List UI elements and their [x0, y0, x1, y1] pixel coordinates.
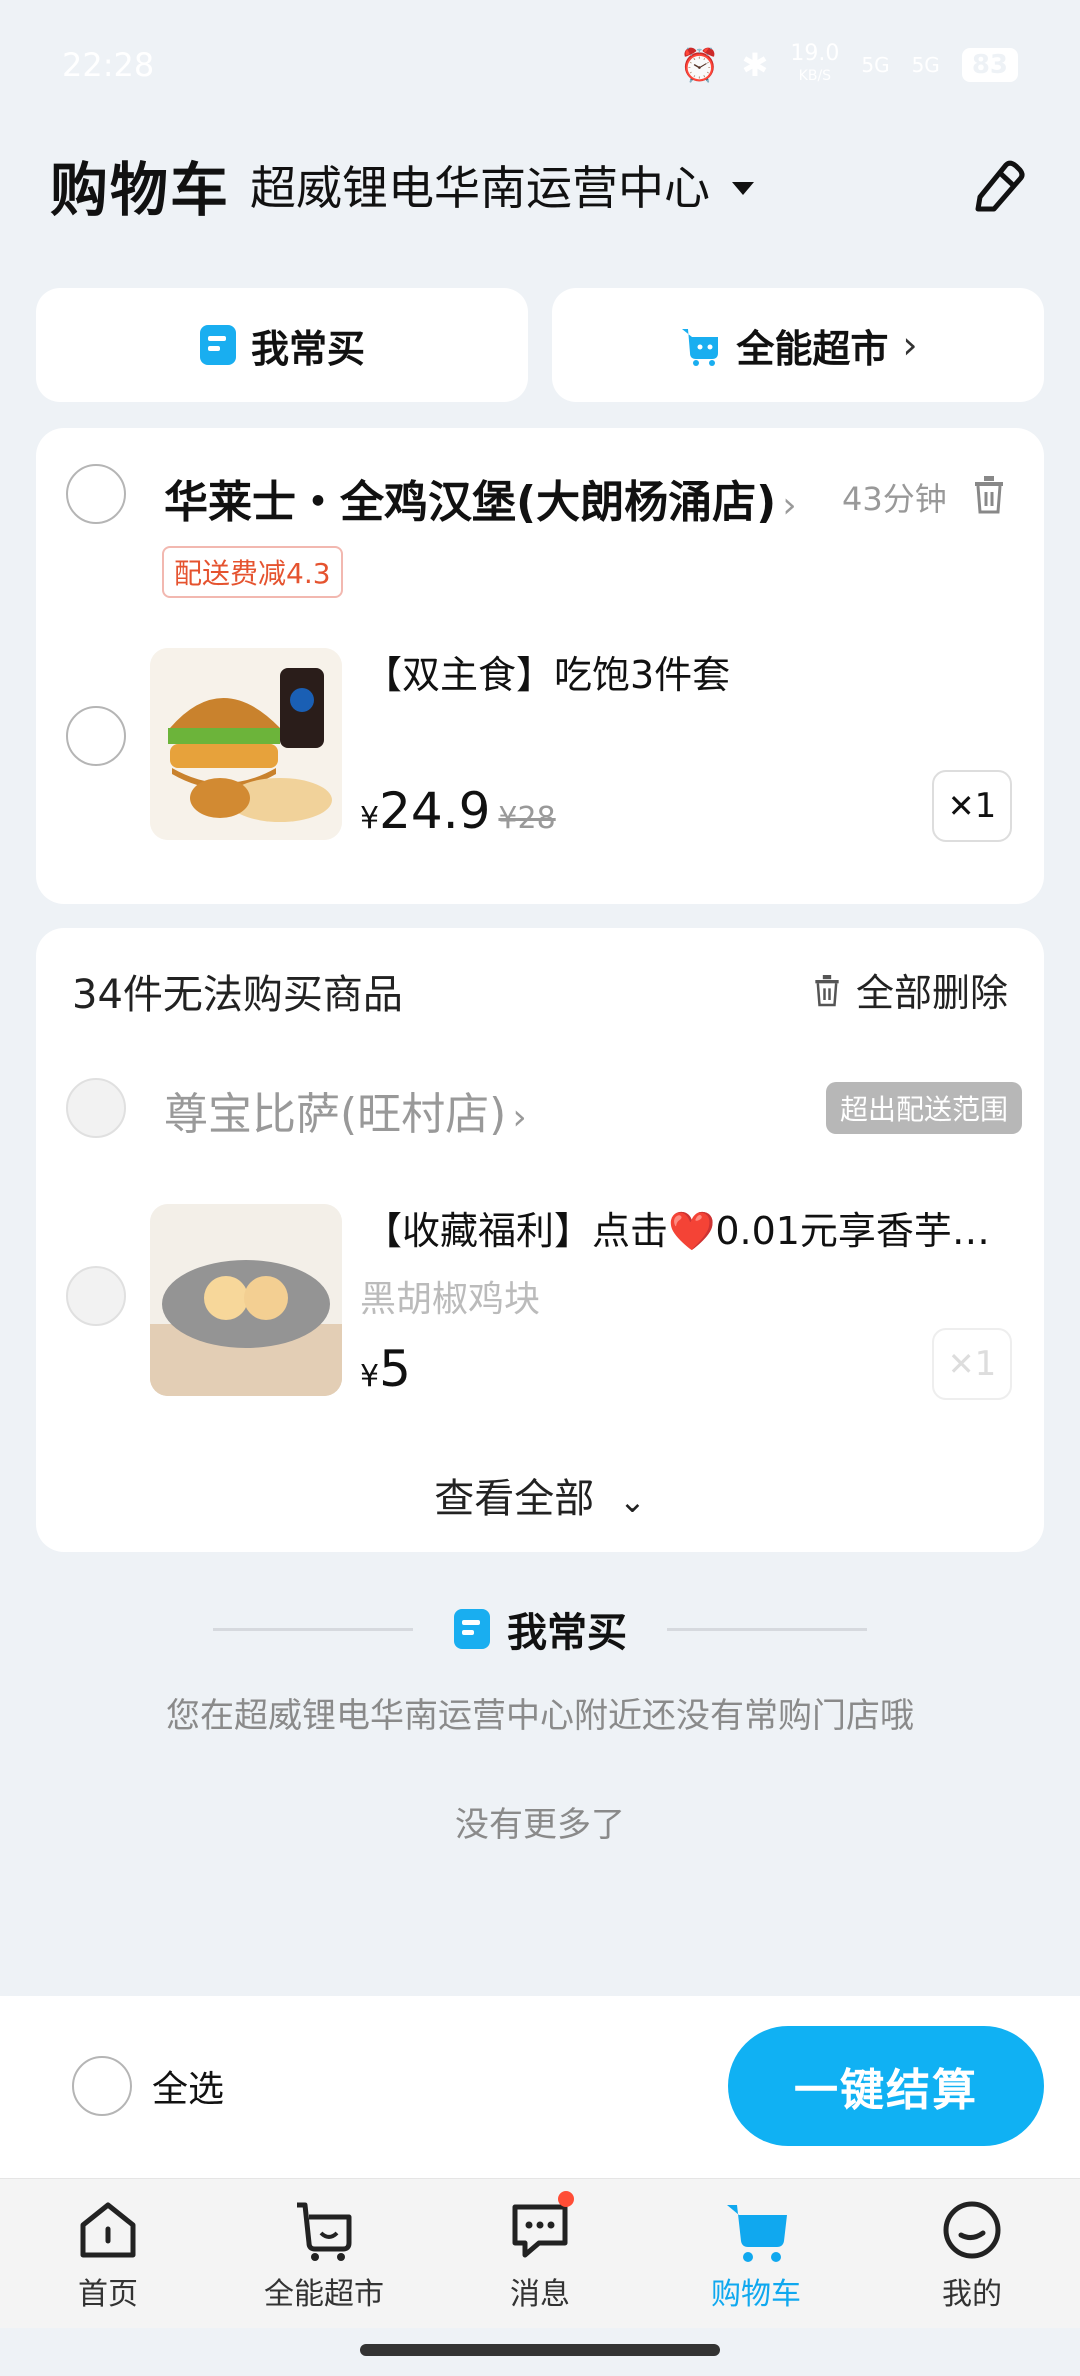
caret-down-icon [732, 181, 755, 195]
delivery-eta: 43分钟 [842, 480, 947, 518]
product-price: ¥24.9 ¥28 [360, 782, 556, 840]
page-header: 购物车 超威锂电华南运营中心 [50, 145, 1030, 225]
location-selector[interactable]: 超威锂电华南运营中心 [250, 152, 755, 218]
product-image[interactable] [150, 648, 342, 840]
store-checkbox[interactable] [66, 464, 126, 524]
product-subtitle: 黑胡椒鸡块 [360, 1279, 541, 1320]
status-icons: ⏰ ✱ 19.0 KB/S 5G 5G 83 [680, 43, 1018, 87]
frequent-section-header: 我常买 [0, 1600, 1080, 1658]
supermarket-label: 全能超市 [736, 326, 889, 371]
tab-messages-label: 消息 [510, 2276, 570, 2312]
select-all-toggle[interactable]: 全选 [72, 2056, 224, 2116]
tab-profile-label: 我的 [942, 2276, 1002, 2312]
divider-left [213, 1627, 413, 1631]
store-card: 华莱士・全鸡汉堡(大朗杨涌店) › 43分钟 配送费减4.3 【双主食】吃饱3件套… [36, 428, 1044, 904]
tab-home[interactable]: 首页 [0, 2179, 216, 2328]
frequent-buy-button[interactable]: 我常买 [36, 288, 528, 402]
store-name-link[interactable]: 尊宝比萨(旺村店) › [164, 1078, 527, 1142]
product-price: ¥5 [360, 1340, 411, 1398]
home-indicator[interactable] [360, 2344, 720, 2356]
frequent-buy-icon [454, 1609, 490, 1649]
supermarket-icon [682, 329, 719, 366]
chevron-right-icon: › [902, 323, 918, 367]
checkout-button[interactable]: 一键结算 [728, 2026, 1044, 2146]
view-all-label: 查看全部 [434, 1476, 595, 1522]
store-name: 尊宝比萨(旺村店) [164, 1089, 507, 1140]
product-checkbox[interactable] [66, 706, 126, 766]
net-speed: 19.0 KB/S [790, 43, 839, 87]
frequent-section-title: 我常买 [507, 1610, 627, 1656]
quantity-button[interactable]: ✕ 1 [932, 770, 1012, 842]
delete-all-button[interactable]: 全部删除 [812, 962, 1008, 1017]
no-more-text: 没有更多了 [455, 1805, 625, 1845]
frequent-buy-label: 我常买 [250, 326, 365, 371]
frequent-buy-icon [199, 325, 236, 365]
product-name[interactable]: 【双主食】吃饱3件套 [364, 644, 730, 699]
status-bar: 22:28 ⏰ ✱ 19.0 KB/S 5G 5G 83 [0, 0, 1080, 130]
tab-cart[interactable]: 购物车 [648, 2179, 864, 2328]
location-label: 超威锂电华南运营中心 [250, 161, 711, 215]
quantity-value: 1 [974, 1344, 997, 1384]
view-all-button[interactable]: 查看全部 ⌄ [36, 1466, 1044, 1524]
home-icon [80, 2202, 136, 2257]
tab-cart-label: 购物车 [711, 2276, 801, 2312]
checkout-bar: 全选 一键结算 [0, 1996, 1080, 2178]
price-value: 5 [379, 1340, 411, 1398]
out-of-range-badge: 超出配送范围 [826, 1082, 1023, 1134]
signal-icon: 5G [861, 53, 890, 77]
store-name-link[interactable]: 华莱士・全鸡汉堡(大朗杨涌店) › [164, 466, 797, 530]
product-image[interactable] [150, 1204, 342, 1396]
bottom-tab-bar: 首页 全能超市 消息 购物车 我的 [0, 2178, 1080, 2328]
price-value: 24.9 [379, 782, 491, 840]
tab-supermarket[interactable]: 全能超市 [216, 2179, 432, 2328]
chevron-down-icon: ⌄ [618, 1482, 646, 1520]
currency-symbol: ¥ [360, 801, 380, 836]
trash-icon[interactable] [971, 474, 1007, 514]
net-speed-unit: KB/S [798, 68, 832, 84]
product-name[interactable]: 【收藏福利】点击❤️0.01元享香芋… [364, 1200, 990, 1255]
quick-links: 我常买 全能超市 › [36, 288, 1044, 402]
supermarket-icon [297, 2202, 352, 2261]
frequent-section: 我常买 您在超威锂电华南运营中心附近还没有常购门店哦 没有更多了 [0, 1600, 1080, 1846]
trash-icon [815, 974, 839, 1006]
cart-icon [727, 2204, 787, 2262]
signal-icon-2: 5G [911, 53, 940, 77]
net-speed-value: 19.0 [790, 41, 840, 66]
tab-supermarket-label: 全能超市 [264, 2276, 384, 2312]
currency-symbol: ¥ [360, 1359, 380, 1394]
profile-icon [943, 2201, 1001, 2258]
tab-messages[interactable]: 消息 [432, 2179, 648, 2328]
chevron-right-icon: › [512, 1097, 527, 1138]
tab-profile[interactable]: 我的 [864, 2179, 1080, 2328]
bluetooth-icon: ✱ [741, 46, 769, 84]
tab-home-label: 首页 [78, 2276, 138, 2312]
unavailable-card: 34件无法购买商品 全部删除 尊宝比萨(旺村店) › 超出配送范围 【收藏福利】点… [36, 928, 1044, 1552]
select-all-label: 全选 [152, 2069, 225, 2110]
quantity-button-disabled: ✕ 1 [932, 1328, 1012, 1400]
alarm-icon: ⏰ [679, 46, 720, 84]
times-icon: ✕ [947, 787, 975, 825]
edit-icon[interactable] [966, 153, 1030, 217]
divider-right [667, 1627, 867, 1631]
supermarket-button[interactable]: 全能超市 › [552, 288, 1044, 402]
page-title: 购物车 [50, 156, 231, 224]
original-price: ¥28 [498, 801, 556, 836]
status-time: 22:28 [62, 46, 155, 84]
battery-icon: 83 [961, 48, 1018, 82]
store-checkbox-disabled [66, 1078, 126, 1138]
notification-dot [558, 2191, 574, 2207]
select-all-checkbox[interactable] [72, 2056, 132, 2116]
promo-badge: 配送费减4.3 [162, 546, 343, 598]
times-icon: ✕ [947, 1345, 975, 1383]
product-checkbox-disabled [66, 1266, 126, 1326]
store-name: 华莱士・全鸡汉堡(大朗杨涌店) [164, 477, 777, 528]
chevron-right-icon: › [782, 485, 797, 526]
delete-all-label: 全部删除 [855, 971, 1008, 1015]
unavailable-title: 34件无法购买商品 [72, 972, 403, 1018]
frequent-section-desc: 您在超威锂电华南运营中心附近还没有常购门店哦 [166, 1696, 914, 1736]
quantity-value: 1 [974, 786, 997, 826]
